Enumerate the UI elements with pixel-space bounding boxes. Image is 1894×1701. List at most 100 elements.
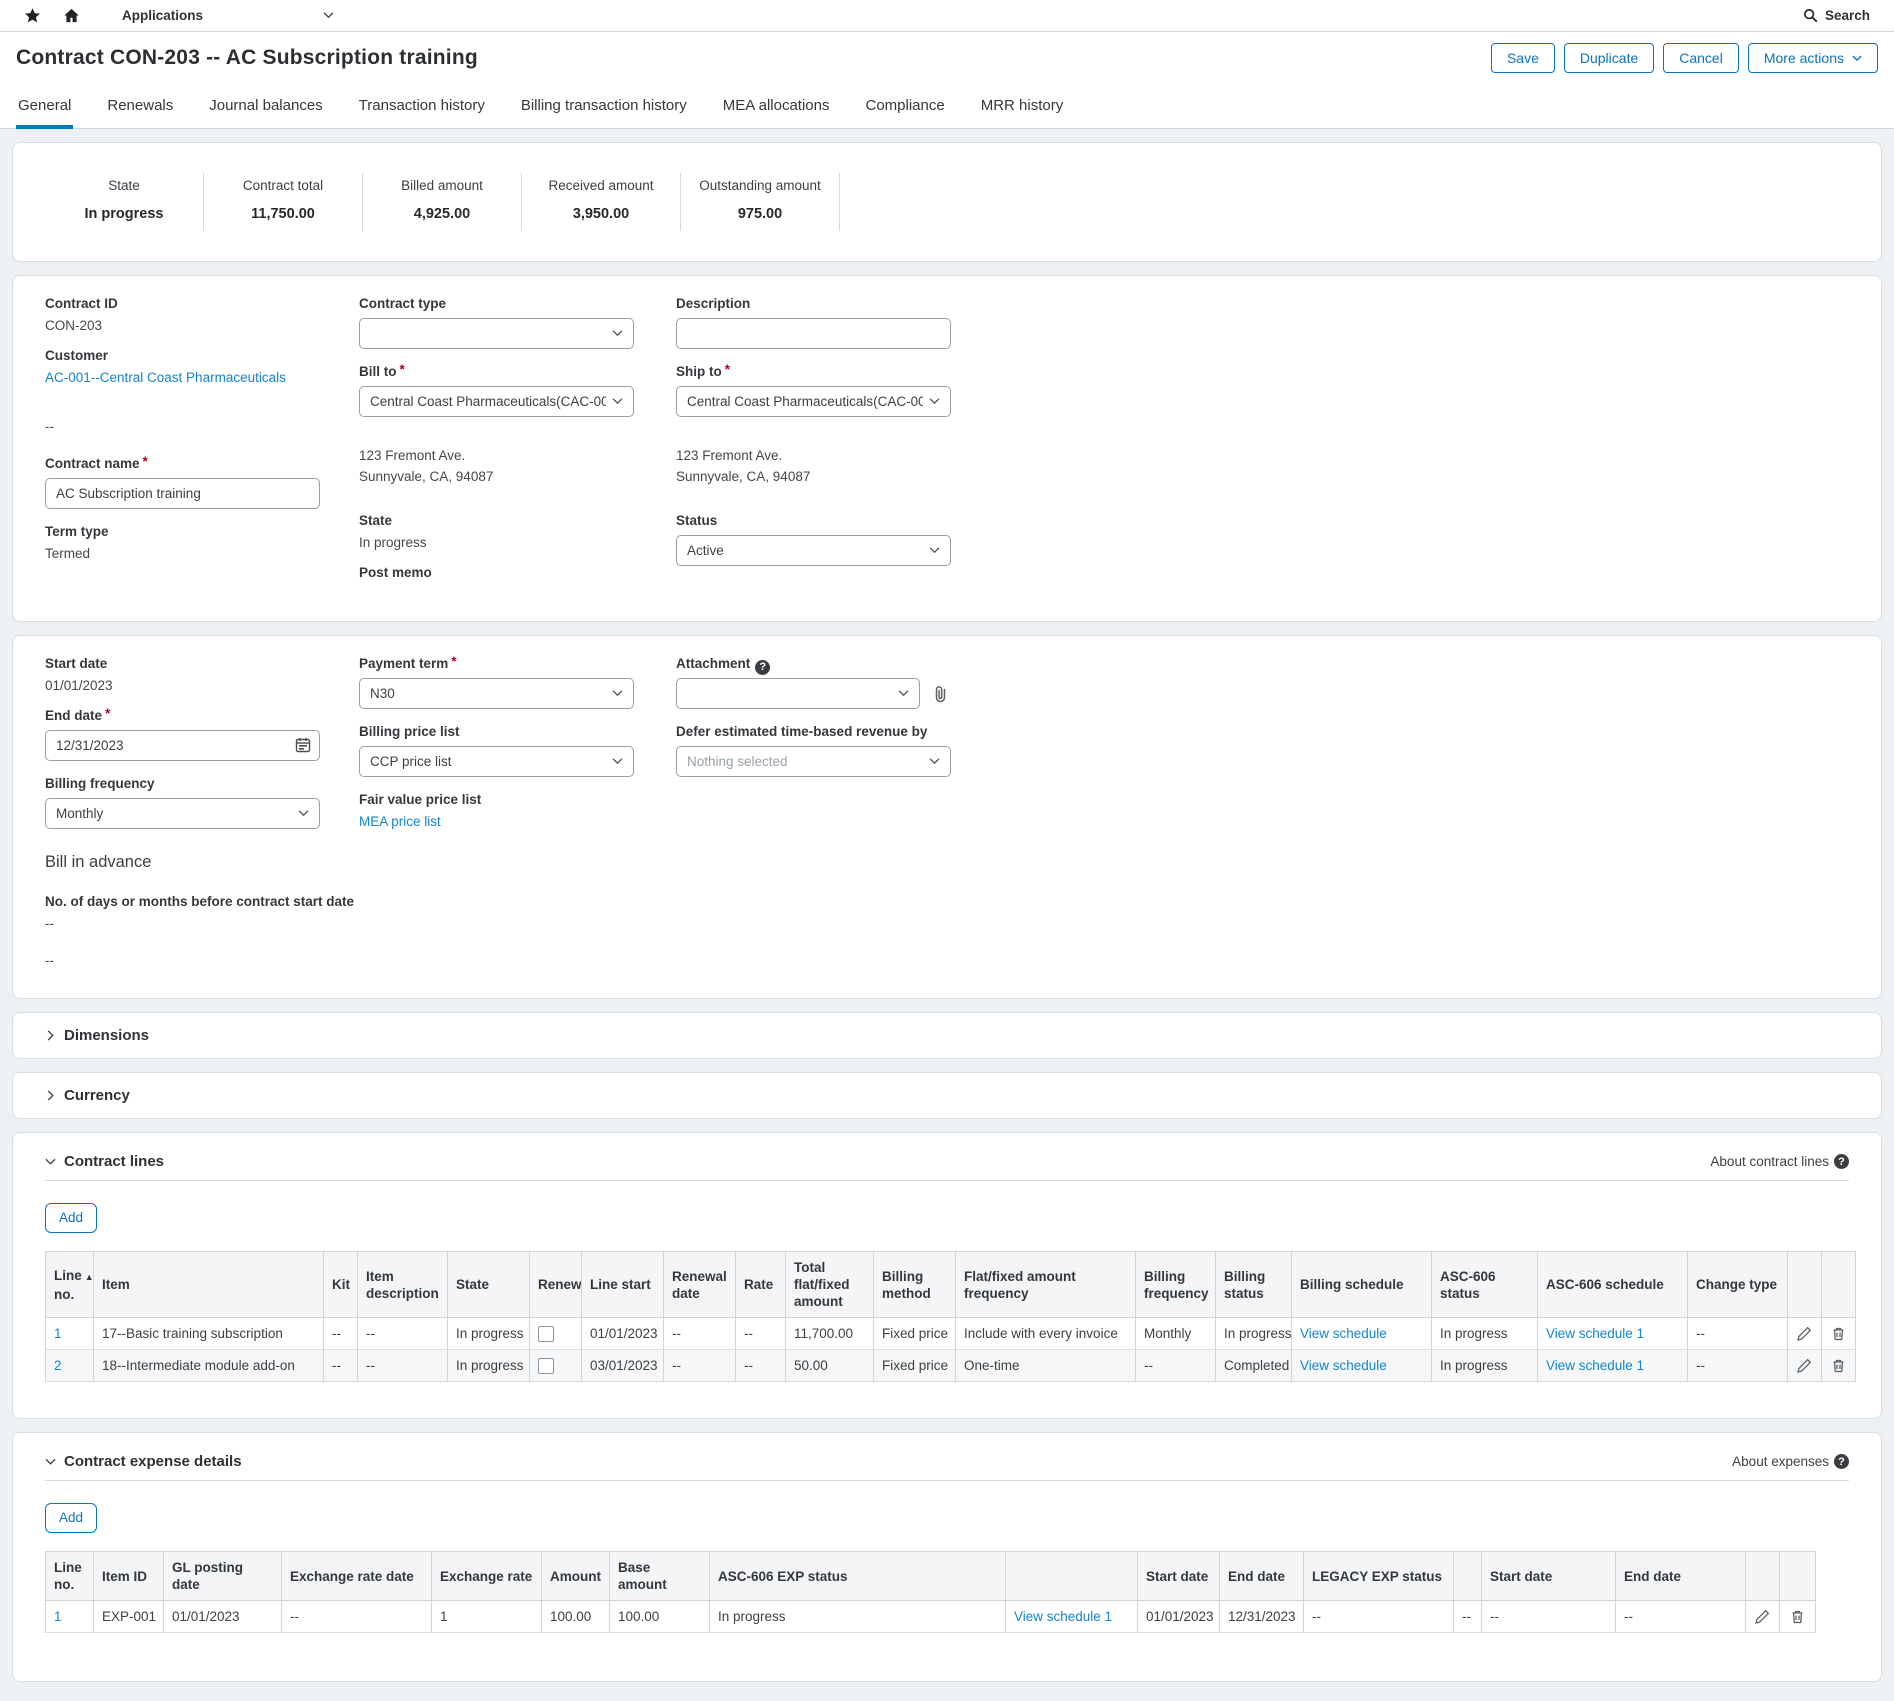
col-legacy-start-date[interactable]: Start date bbox=[1482, 1552, 1616, 1601]
col-total-flat-fixed[interactable]: Total flat/fixed amount bbox=[786, 1252, 874, 1318]
add-expense-button[interactable]: Add bbox=[45, 1503, 97, 1533]
more-actions-button[interactable]: More actions bbox=[1748, 43, 1878, 73]
col-line-no[interactable]: Line▲ no. bbox=[46, 1252, 94, 1318]
help-icon[interactable] bbox=[755, 660, 770, 675]
help-icon[interactable] bbox=[1834, 1154, 1849, 1169]
tab-transaction-history[interactable]: Transaction history bbox=[357, 89, 487, 129]
col-item-description[interactable]: Item description bbox=[358, 1252, 448, 1318]
calendar-icon[interactable] bbox=[295, 737, 311, 753]
terms-col-3: Attachment Defer estimated time-based re… bbox=[676, 656, 1849, 968]
cell-rate: -- bbox=[736, 1318, 786, 1350]
view-asc606-schedule-link[interactable]: View schedule 1 bbox=[1546, 1358, 1644, 1373]
description-input[interactable] bbox=[676, 318, 951, 349]
delete-trash-icon[interactable] bbox=[1830, 1325, 1847, 1342]
favorites-star-icon[interactable] bbox=[24, 7, 41, 24]
chevron-down-icon bbox=[929, 398, 940, 405]
col-asc606-exp-status[interactable]: ASC-606 EXP status bbox=[710, 1552, 1006, 1601]
col-billing-method[interactable]: Billing method bbox=[874, 1252, 956, 1318]
currency-section-toggle[interactable]: Currency bbox=[45, 1087, 1849, 1104]
tab-billing-transaction-history[interactable]: Billing transaction history bbox=[519, 89, 689, 129]
renew-checkbox[interactable] bbox=[538, 1358, 554, 1374]
edit-pencil-icon[interactable] bbox=[1754, 1608, 1771, 1625]
add-contract-line-button[interactable]: Add bbox=[45, 1203, 97, 1233]
duplicate-button[interactable]: Duplicate bbox=[1564, 43, 1654, 73]
col-billing-status[interactable]: Billing status bbox=[1216, 1252, 1292, 1318]
col-line-start[interactable]: Line start bbox=[582, 1252, 664, 1318]
col-asc606-schedule[interactable]: ASC-606 schedule bbox=[1538, 1252, 1688, 1318]
delete-trash-icon[interactable] bbox=[1830, 1357, 1847, 1374]
billing-frequency-select[interactable]: Monthly bbox=[45, 798, 320, 829]
cell-flat-fixed-frequency: One-time bbox=[956, 1350, 1136, 1382]
billing-price-list-select[interactable]: CCP price list bbox=[359, 746, 634, 777]
col-item[interactable]: Item bbox=[94, 1252, 324, 1318]
contract-name-input[interactable] bbox=[45, 478, 320, 509]
expense-section-toggle[interactable]: Contract expense details bbox=[45, 1453, 242, 1470]
col-item-id[interactable]: Item ID bbox=[94, 1552, 164, 1601]
col-gl-posting-date[interactable]: GL posting date bbox=[164, 1552, 282, 1601]
payment-term-select[interactable]: N30 bbox=[359, 678, 634, 709]
col-rate[interactable]: Rate bbox=[736, 1252, 786, 1318]
fair-value-price-list-link[interactable]: MEA price list bbox=[359, 814, 441, 829]
col-base-amount[interactable]: Base amount bbox=[610, 1552, 710, 1601]
bill-to-select[interactable]: Central Coast Pharmaceuticals(CAC-001) bbox=[359, 386, 634, 417]
col-kit[interactable]: Kit bbox=[324, 1252, 358, 1318]
edit-pencil-icon[interactable] bbox=[1796, 1357, 1813, 1374]
contract-type-select[interactable] bbox=[359, 318, 634, 349]
view-asc606-schedule-link[interactable]: View schedule 1 bbox=[1546, 1326, 1644, 1341]
cancel-button[interactable]: Cancel bbox=[1663, 43, 1739, 73]
tab-journal-balances[interactable]: Journal balances bbox=[207, 89, 324, 129]
col-renewal-date[interactable]: Renewal date bbox=[664, 1252, 736, 1318]
contract-lines-section-toggle[interactable]: Contract lines bbox=[45, 1153, 164, 1170]
view-billing-schedule-link[interactable]: View schedule bbox=[1300, 1326, 1387, 1341]
tab-renewals[interactable]: Renewals bbox=[105, 89, 175, 129]
chevron-down-icon bbox=[612, 398, 623, 405]
tab-compliance[interactable]: Compliance bbox=[864, 89, 947, 129]
paperclip-icon[interactable] bbox=[930, 684, 950, 704]
save-button[interactable]: Save bbox=[1491, 43, 1555, 73]
delete-trash-icon[interactable] bbox=[1789, 1608, 1806, 1625]
col-billing-frequency[interactable]: Billing frequency bbox=[1136, 1252, 1216, 1318]
col-flat-fixed-frequency[interactable]: Flat/fixed amount frequency bbox=[956, 1252, 1136, 1318]
view-billing-schedule-link[interactable]: View schedule bbox=[1300, 1358, 1387, 1373]
cell-kit: -- bbox=[324, 1350, 358, 1382]
col-billing-schedule[interactable]: Billing schedule bbox=[1292, 1252, 1432, 1318]
col-start-date[interactable]: Start date bbox=[1138, 1552, 1220, 1601]
applications-menu[interactable]: Applications bbox=[122, 8, 334, 23]
line-number-link[interactable]: 1 bbox=[54, 1326, 62, 1341]
col-renew[interactable]: Renew bbox=[530, 1252, 582, 1318]
help-icon[interactable] bbox=[1834, 1454, 1849, 1469]
col-state[interactable]: State bbox=[448, 1252, 530, 1318]
line-number-link[interactable]: 1 bbox=[54, 1609, 62, 1624]
home-icon[interactable] bbox=[63, 7, 80, 24]
col-line-no[interactable]: Line no. bbox=[46, 1552, 94, 1601]
cell-spacer: -- bbox=[1454, 1601, 1482, 1633]
edit-pencil-icon[interactable] bbox=[1796, 1325, 1813, 1342]
summary-label: Outstanding amount bbox=[687, 178, 833, 193]
view-exp-schedule-link[interactable]: View schedule 1 bbox=[1014, 1609, 1112, 1624]
col-legacy-exp-status[interactable]: LEGACY EXP status bbox=[1304, 1552, 1454, 1601]
col-exchange-rate-date[interactable]: Exchange rate date bbox=[282, 1552, 432, 1601]
about-contract-lines[interactable]: About contract lines bbox=[1710, 1154, 1849, 1169]
ship-to-select[interactable]: Central Coast Pharmaceuticals(CAC-001) bbox=[676, 386, 951, 417]
renew-checkbox[interactable] bbox=[538, 1326, 554, 1342]
end-date-input[interactable] bbox=[45, 730, 320, 761]
expense-header-row: Line no. Item ID GL posting date Exchang… bbox=[46, 1552, 1816, 1601]
dimensions-section-toggle[interactable]: Dimensions bbox=[45, 1027, 1849, 1044]
global-search[interactable]: Search bbox=[1803, 8, 1870, 23]
tab-mrr-history[interactable]: MRR history bbox=[979, 89, 1066, 129]
attachment-select[interactable] bbox=[676, 678, 920, 709]
col-asc606-status[interactable]: ASC-606 status bbox=[1432, 1252, 1538, 1318]
tab-general[interactable]: General bbox=[16, 89, 73, 129]
col-change-type[interactable]: Change type bbox=[1688, 1252, 1788, 1318]
col-exchange-rate[interactable]: Exchange rate bbox=[432, 1552, 542, 1601]
line-number-link[interactable]: 2 bbox=[54, 1358, 62, 1373]
col-amount[interactable]: Amount bbox=[542, 1552, 610, 1601]
col-legacy-end-date[interactable]: End date bbox=[1616, 1552, 1746, 1601]
status-select[interactable]: Active bbox=[676, 535, 951, 566]
defer-revenue-select[interactable]: Nothing selected bbox=[676, 746, 951, 777]
about-expenses[interactable]: About expenses bbox=[1732, 1454, 1849, 1469]
cell-item-id: EXP-001 bbox=[94, 1601, 164, 1633]
col-end-date[interactable]: End date bbox=[1220, 1552, 1304, 1601]
tab-mea-allocations[interactable]: MEA allocations bbox=[721, 89, 832, 129]
customer-link[interactable]: AC-001--Central Coast Pharmaceuticals bbox=[45, 370, 286, 385]
